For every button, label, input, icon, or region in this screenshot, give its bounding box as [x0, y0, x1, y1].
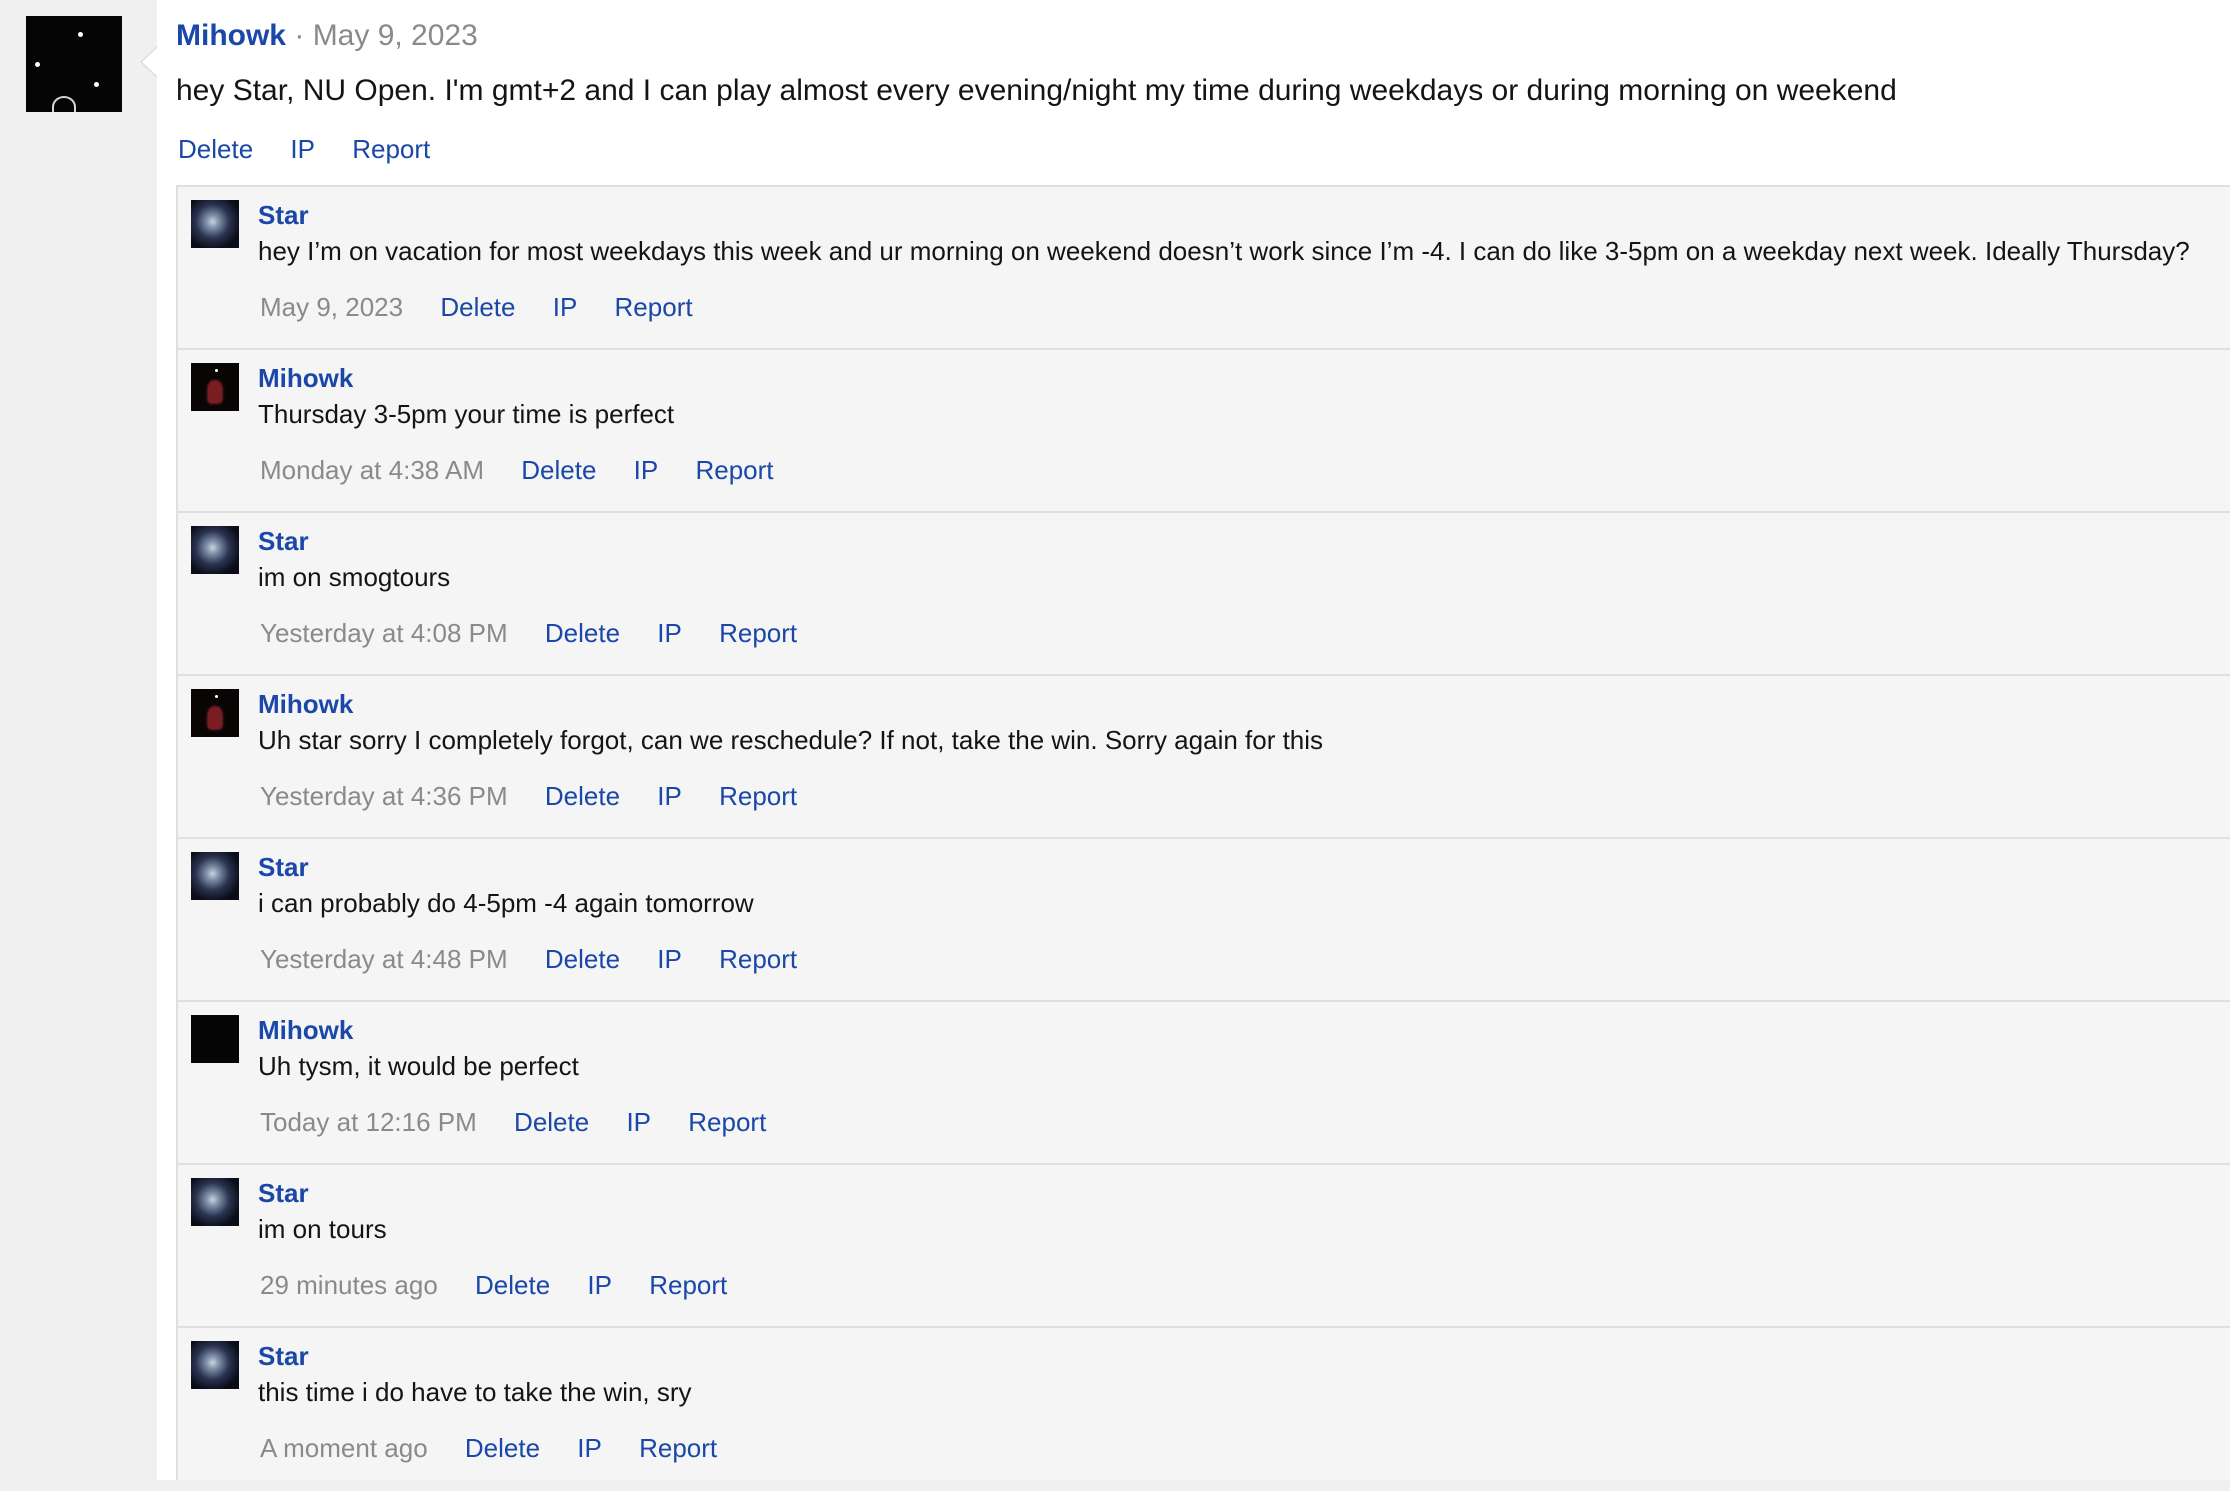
meta-separator: ·	[294, 19, 305, 52]
comment: Star i can probably do 4-5pm -4 again to…	[178, 839, 2230, 1002]
comment-text: this time i do have to take the win, sry	[258, 1377, 692, 1407]
avatar-figure	[208, 381, 222, 403]
comment-text: Uh star sorry I completely forgot, can w…	[258, 725, 1324, 755]
avatar-star-dot	[35, 62, 40, 67]
ip-button[interactable]: IP	[657, 618, 682, 648]
delete-button[interactable]: Delete	[545, 781, 620, 811]
comment-meta: 29 minutes ago Delete IP Report	[260, 1269, 757, 1301]
comment-meta: May 9, 2023 Delete IP Report	[260, 291, 723, 323]
comment: Star im on smogtours Yesterday at 4:08 P…	[178, 513, 2230, 676]
ip-button[interactable]: IP	[553, 292, 578, 322]
comment-username[interactable]: Star	[258, 851, 309, 883]
comment: Star this time i do have to take the win…	[178, 1328, 2230, 1491]
avatar-star-dot	[215, 369, 218, 372]
post-date[interactable]: May 9, 2023	[313, 19, 478, 52]
comment-text: hey I’m on vacation for most weekdays th…	[258, 236, 2190, 266]
comment: Mihowk Thursday 3-5pm your time is perfe…	[178, 350, 2230, 513]
comment-meta: Today at 12:16 PM Delete IP Report	[260, 1106, 796, 1138]
comment-text: Uh tysm, it would be perfect	[258, 1051, 579, 1081]
comment-username[interactable]: Star	[258, 199, 309, 231]
comment-time[interactable]: Yesterday at 4:36 PM	[260, 781, 508, 811]
ip-button[interactable]: IP	[626, 1107, 651, 1137]
delete-button[interactable]: Delete	[465, 1433, 540, 1463]
ip-button[interactable]: IP	[634, 455, 659, 485]
post-header: Mihowk · May 9, 2023	[176, 18, 478, 54]
delete-button[interactable]: Delete	[178, 134, 253, 164]
report-button[interactable]: Report	[688, 1107, 766, 1137]
left-gutter	[0, 0, 155, 1480]
post-body: hey Star, NU Open. I'm gmt+2 and I can p…	[176, 74, 1897, 107]
avatar[interactable]	[191, 526, 239, 574]
comment-username[interactable]: Mihowk	[258, 362, 353, 394]
delete-button[interactable]: Delete	[514, 1107, 589, 1137]
comment-text: im on smogtours	[258, 562, 451, 592]
delete-button[interactable]: Delete	[440, 292, 515, 322]
comment-text: i can probably do 4-5pm -4 again tomorro…	[258, 888, 754, 918]
comment-time[interactable]: May 9, 2023	[260, 292, 403, 322]
comment-time[interactable]: Monday at 4:38 AM	[260, 455, 484, 485]
report-button[interactable]: Report	[719, 618, 797, 648]
avatar-star-dot	[94, 82, 99, 87]
avatar[interactable]	[191, 363, 239, 411]
delete-button[interactable]: Delete	[545, 618, 620, 648]
comment-time[interactable]: Yesterday at 4:08 PM	[260, 618, 508, 648]
comment-text: Thursday 3-5pm your time is perfect	[258, 399, 675, 429]
avatar-star-dot	[78, 32, 83, 37]
delete-button[interactable]: Delete	[545, 944, 620, 974]
ip-button[interactable]: IP	[577, 1433, 602, 1463]
comment-username[interactable]: Star	[258, 525, 309, 557]
comment-meta: Yesterday at 4:08 PM Delete IP Report	[260, 617, 827, 649]
comment-username[interactable]: Star	[258, 1340, 309, 1372]
comment-meta: A moment ago Delete IP Report	[260, 1432, 747, 1464]
report-button[interactable]: Report	[719, 944, 797, 974]
comment-username[interactable]: Star	[258, 1177, 309, 1209]
avatar-figure	[208, 707, 222, 729]
comment-text: im on tours	[258, 1214, 387, 1244]
report-button[interactable]: Report	[695, 455, 773, 485]
comment-username[interactable]: Mihowk	[258, 688, 353, 720]
avatar[interactable]	[191, 1015, 239, 1063]
comment: Star im on tours 29 minutes ago Delete I…	[178, 1165, 2230, 1328]
ip-button[interactable]: IP	[290, 134, 315, 164]
avatar-star-dot	[215, 695, 218, 698]
avatar[interactable]	[191, 1178, 239, 1226]
comment-time[interactable]: A moment ago	[260, 1433, 428, 1463]
delete-button[interactable]: Delete	[475, 1270, 550, 1300]
report-button[interactable]: Report	[719, 781, 797, 811]
report-button[interactable]: Report	[639, 1433, 717, 1463]
report-button[interactable]: Report	[615, 292, 693, 322]
post-actions: Delete IP Report	[178, 133, 460, 165]
report-button[interactable]: Report	[649, 1270, 727, 1300]
comment: Mihowk Uh star sorry I completely forgot…	[178, 676, 2230, 839]
ip-button[interactable]: IP	[657, 781, 682, 811]
comment-meta: Yesterday at 4:36 PM Delete IP Report	[260, 780, 827, 812]
comment-list: Star hey I’m on vacation for most weekda…	[176, 185, 2230, 1480]
avatar[interactable]	[191, 200, 239, 248]
post-username[interactable]: Mihowk	[176, 19, 286, 52]
ip-button[interactable]: IP	[587, 1270, 612, 1300]
comment: Mihowk Uh tysm, it would be perfect Toda…	[178, 1002, 2230, 1165]
comment-time[interactable]: Today at 12:16 PM	[260, 1107, 477, 1137]
avatar[interactable]	[26, 16, 122, 112]
delete-button[interactable]: Delete	[521, 455, 596, 485]
comment-username[interactable]: Mihowk	[258, 1014, 353, 1046]
post-arrow-inner	[142, 47, 158, 77]
comment-meta: Monday at 4:38 AM Delete IP Report	[260, 454, 804, 486]
avatar[interactable]	[191, 689, 239, 737]
avatar-figure	[52, 96, 76, 112]
comment-meta: Yesterday at 4:48 PM Delete IP Report	[260, 943, 827, 975]
avatar[interactable]	[191, 1341, 239, 1389]
avatar[interactable]	[191, 852, 239, 900]
comment-time[interactable]: 29 minutes ago	[260, 1270, 438, 1300]
comment: Star hey I’m on vacation for most weekda…	[178, 187, 2230, 350]
comment-time[interactable]: Yesterday at 4:48 PM	[260, 944, 508, 974]
report-button[interactable]: Report	[352, 134, 430, 164]
ip-button[interactable]: IP	[657, 944, 682, 974]
